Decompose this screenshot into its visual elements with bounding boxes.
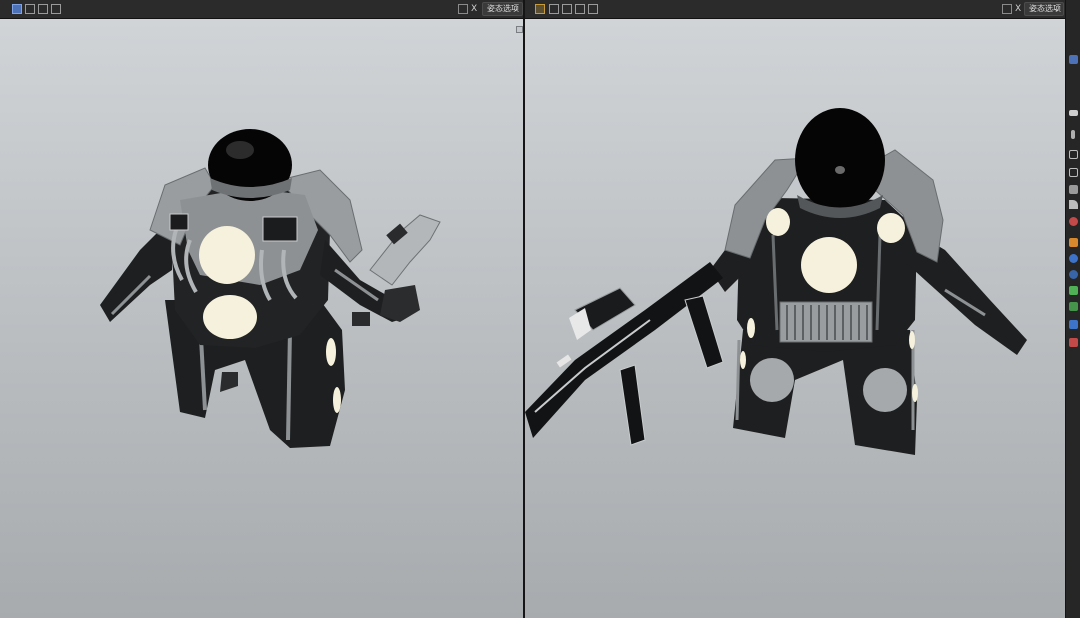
particles-icon[interactable] (1069, 320, 1078, 329)
cursor-icon[interactable] (1069, 110, 1078, 116)
gun-grip (352, 312, 370, 326)
knee-light-left (750, 358, 794, 402)
rotate-icon[interactable] (1069, 150, 1078, 159)
knee-light-right (863, 368, 907, 412)
view-icon[interactable] (1069, 55, 1078, 64)
viewport-left[interactable]: X 姿态选项 ⌄ (0, 0, 523, 618)
modifier-icon[interactable] (1069, 302, 1078, 311)
side-light-2 (740, 351, 746, 369)
character-back-view (100, 129, 441, 448)
shoulder-light-right (877, 213, 905, 243)
light-side-2 (333, 387, 341, 413)
side-panel (169, 213, 189, 231)
gun (369, 214, 441, 286)
viewport-right[interactable]: X 姿态选项 ⌄ (525, 0, 1065, 618)
rifle-marking (556, 354, 572, 368)
crotch (220, 372, 238, 392)
annotate-icon[interactable] (1069, 200, 1078, 209)
leg-trim-left (735, 339, 741, 421)
scale-icon[interactable] (1069, 168, 1078, 177)
shoulder-light-left (766, 208, 790, 236)
properties-toolbar (1065, 0, 1080, 618)
light-side-1 (326, 338, 336, 366)
render-icon[interactable] (1069, 270, 1078, 279)
leg-trim-right (286, 329, 292, 441)
back-panel (262, 216, 298, 242)
shading-icon[interactable] (1069, 238, 1078, 247)
right-hand (380, 285, 420, 322)
side-light-4 (912, 384, 918, 402)
helmet-highlight (226, 141, 254, 159)
light-disc-upper (199, 226, 255, 284)
side-light-3 (909, 331, 915, 349)
side-light-1 (747, 318, 755, 338)
transform-icon[interactable] (1069, 185, 1078, 194)
rifle-barrel (525, 262, 723, 438)
physics-icon[interactable] (1069, 338, 1078, 347)
camera-icon[interactable] (1069, 254, 1078, 263)
move-icon[interactable] (1071, 130, 1075, 139)
helmet-reflection (835, 166, 845, 174)
light-disc-lower (203, 295, 257, 339)
measure-icon[interactable] (1069, 217, 1078, 226)
object-icon[interactable] (1069, 286, 1078, 295)
helmet (795, 108, 885, 212)
character-front-view (525, 108, 1027, 455)
rifle-foregrip (684, 295, 724, 369)
chest-light (801, 237, 857, 293)
rifle-grip (619, 364, 646, 446)
